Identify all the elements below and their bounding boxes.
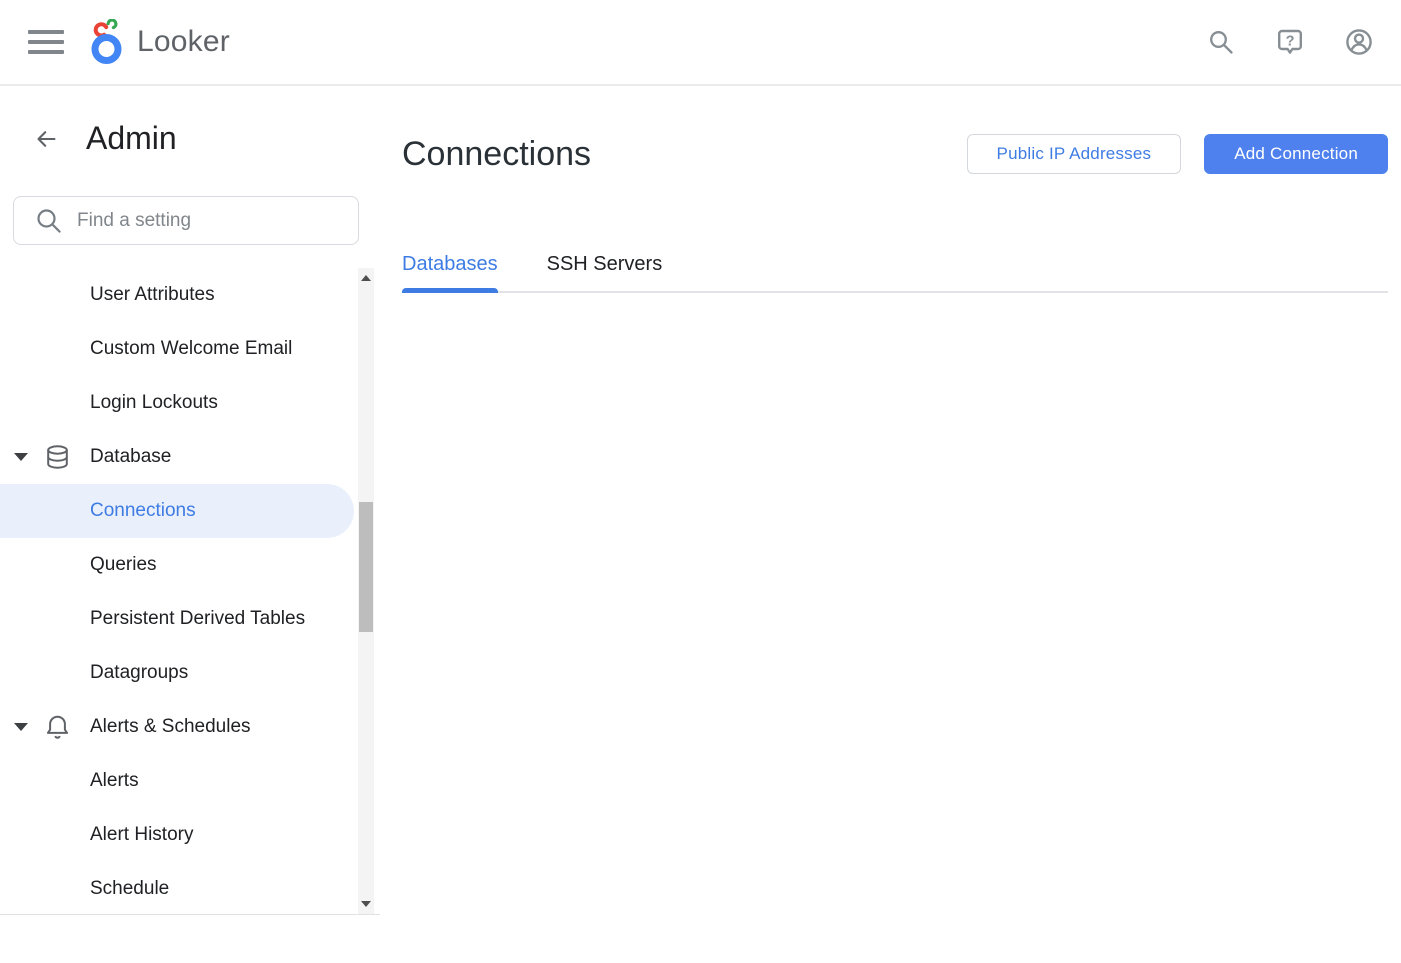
- account-icon[interactable]: [1345, 28, 1373, 56]
- sidebar-section-database[interactable]: Database: [0, 430, 380, 484]
- add-connection-button[interactable]: Add Connection: [1204, 134, 1388, 174]
- tab-ssh-servers[interactable]: SSH Servers: [547, 253, 663, 291]
- svg-text:?: ?: [1286, 33, 1295, 49]
- sidebar-item-datagroups[interactable]: Datagroups: [0, 646, 380, 700]
- help-icon[interactable]: ?: [1276, 28, 1304, 56]
- sidebar-item-persistent-derived-tables[interactable]: Persistent Derived Tables: [0, 592, 380, 646]
- hamburger-menu-icon[interactable]: [28, 29, 64, 55]
- public-ip-addresses-button[interactable]: Public IP Addresses: [967, 134, 1182, 174]
- database-icon: [44, 444, 71, 471]
- sidebar-scrollbar[interactable]: [358, 268, 374, 914]
- admin-sidebar: Admin User Attributes Custom Welcome Ema…: [0, 86, 380, 961]
- sidebar-item-schedule[interactable]: Schedule: [0, 862, 380, 915]
- search-icon[interactable]: [1207, 28, 1235, 56]
- sidebar-item-alert-history[interactable]: Alert History: [0, 808, 380, 862]
- looker-logo-icon: [90, 19, 128, 65]
- sidebar-item-custom-welcome-email[interactable]: Custom Welcome Email: [0, 322, 380, 376]
- search-input[interactable]: [77, 210, 358, 232]
- sidebar-item-alerts[interactable]: Alerts: [0, 754, 380, 808]
- tab-databases[interactable]: Databases: [402, 253, 498, 291]
- sidebar-title: Admin: [86, 120, 177, 157]
- sidebar-item-user-attributes[interactable]: User Attributes: [0, 268, 380, 322]
- back-arrow-icon[interactable]: [33, 126, 59, 152]
- caret-down-icon[interactable]: [14, 453, 28, 461]
- sidebar-item-connections[interactable]: Connections: [0, 484, 354, 538]
- search-icon: [35, 207, 62, 234]
- sidebar-section-alerts-schedules[interactable]: Alerts & Schedules: [0, 700, 380, 754]
- caret-down-icon[interactable]: [14, 723, 28, 731]
- page-title: Connections: [402, 135, 591, 174]
- top-bar: Looker ?: [0, 0, 1401, 86]
- main-content: Connections Public IP Addresses Add Conn…: [380, 86, 1401, 961]
- sidebar-item-queries[interactable]: Queries: [0, 538, 380, 592]
- looker-logo[interactable]: Looker: [90, 19, 230, 65]
- sidebar-item-login-lockouts[interactable]: Login Lockouts: [0, 376, 380, 430]
- find-setting-search[interactable]: [13, 196, 359, 245]
- logo-text: Looker: [137, 25, 230, 59]
- settings-list: User Attributes Custom Welcome Email Log…: [0, 268, 380, 915]
- connections-tabs: Databases SSH Servers: [402, 253, 1388, 293]
- scrollbar-thumb[interactable]: [359, 502, 373, 632]
- bell-icon: [44, 714, 71, 741]
- scroll-up-icon[interactable]: [361, 275, 371, 281]
- scroll-down-icon[interactable]: [361, 901, 371, 907]
